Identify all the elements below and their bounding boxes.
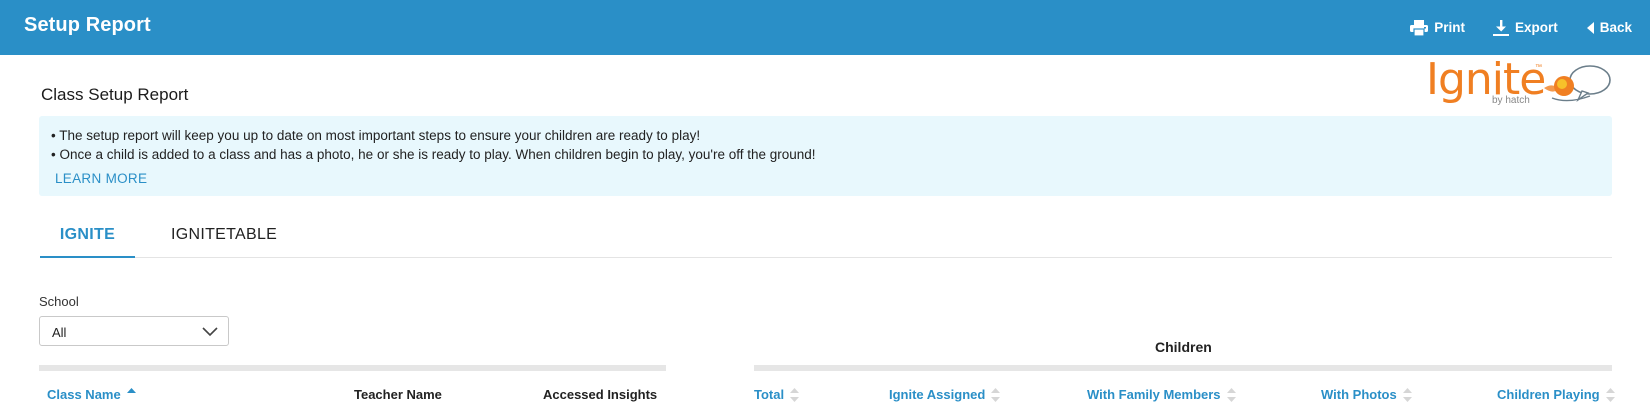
sort-icon [1402,387,1412,402]
export-label: Export [1514,20,1558,35]
sort-icon [991,387,1001,402]
column-ignite-assigned[interactable]: Ignite Assigned [889,387,1001,402]
tab-ignite[interactable]: IGNITE [40,226,135,258]
printer-icon [1410,19,1429,36]
header-actions: Print Export Back [1410,0,1650,55]
info-line-2: • Once a child is added to a class and h… [51,147,816,162]
logo-trademark: ™ [1535,64,1542,71]
top-bar: Setup Report Print Export Back [0,0,1650,55]
print-label: Print [1434,20,1465,35]
column-accessed-insights: Accessed Insights [543,387,657,402]
tab-ignitetable[interactable]: IGNITETABLE [171,226,277,244]
school-select-value: All [52,325,67,340]
sort-icon [1605,387,1615,402]
sort-ascending-icon [126,387,136,393]
column-children-playing[interactable]: Children Playing [1497,387,1615,402]
header-divider-left [39,365,666,371]
app-title: Setup Report [24,14,151,36]
school-label: School [39,294,79,309]
column-teacher-name: Teacher Name [354,387,442,402]
school-select[interactable]: All [39,316,229,346]
export-button[interactable]: Export [1492,19,1558,36]
tab-bar: IGNITE IGNITETABLE [40,218,1612,258]
page-title: Class Setup Report [41,85,189,104]
sort-icon [790,387,800,402]
info-panel: • The setup report will keep you up to d… [39,116,1612,196]
column-teacher-name-label: Teacher Name [354,387,442,402]
column-with-family-members-label: With Family Members [1087,387,1221,402]
column-with-family-members[interactable]: With Family Members [1087,387,1236,402]
column-class-name[interactable]: Class Name [47,387,136,402]
download-icon [1492,19,1509,36]
column-class-name-label: Class Name [47,387,121,402]
column-with-photos[interactable]: With Photos [1321,387,1412,402]
logo-byline: by hatch [1492,95,1530,106]
column-children-playing-label: Children Playing [1497,387,1600,402]
children-group-heading: Children [1155,339,1212,355]
ignite-logo: Ignite ™ by hatch [1424,56,1614,108]
rocket-icon [1544,65,1611,103]
header-divider-right [754,365,1612,371]
column-ignite-assigned-label: Ignite Assigned [889,387,986,402]
back-label: Back [1599,20,1632,35]
column-accessed-insights-label: Accessed Insights [543,387,658,402]
back-button[interactable]: Back [1586,20,1632,35]
info-line-1: • The setup report will keep you up to d… [51,128,701,143]
learn-more-link[interactable]: LEARN MORE [55,171,147,186]
caret-left-icon [1586,21,1594,34]
column-with-photos-label: With Photos [1321,387,1397,402]
column-total[interactable]: Total [754,387,800,402]
chevron-down-icon [202,327,218,337]
column-total-label: Total [754,387,785,402]
sort-icon [1226,387,1236,402]
print-button[interactable]: Print [1410,19,1465,36]
